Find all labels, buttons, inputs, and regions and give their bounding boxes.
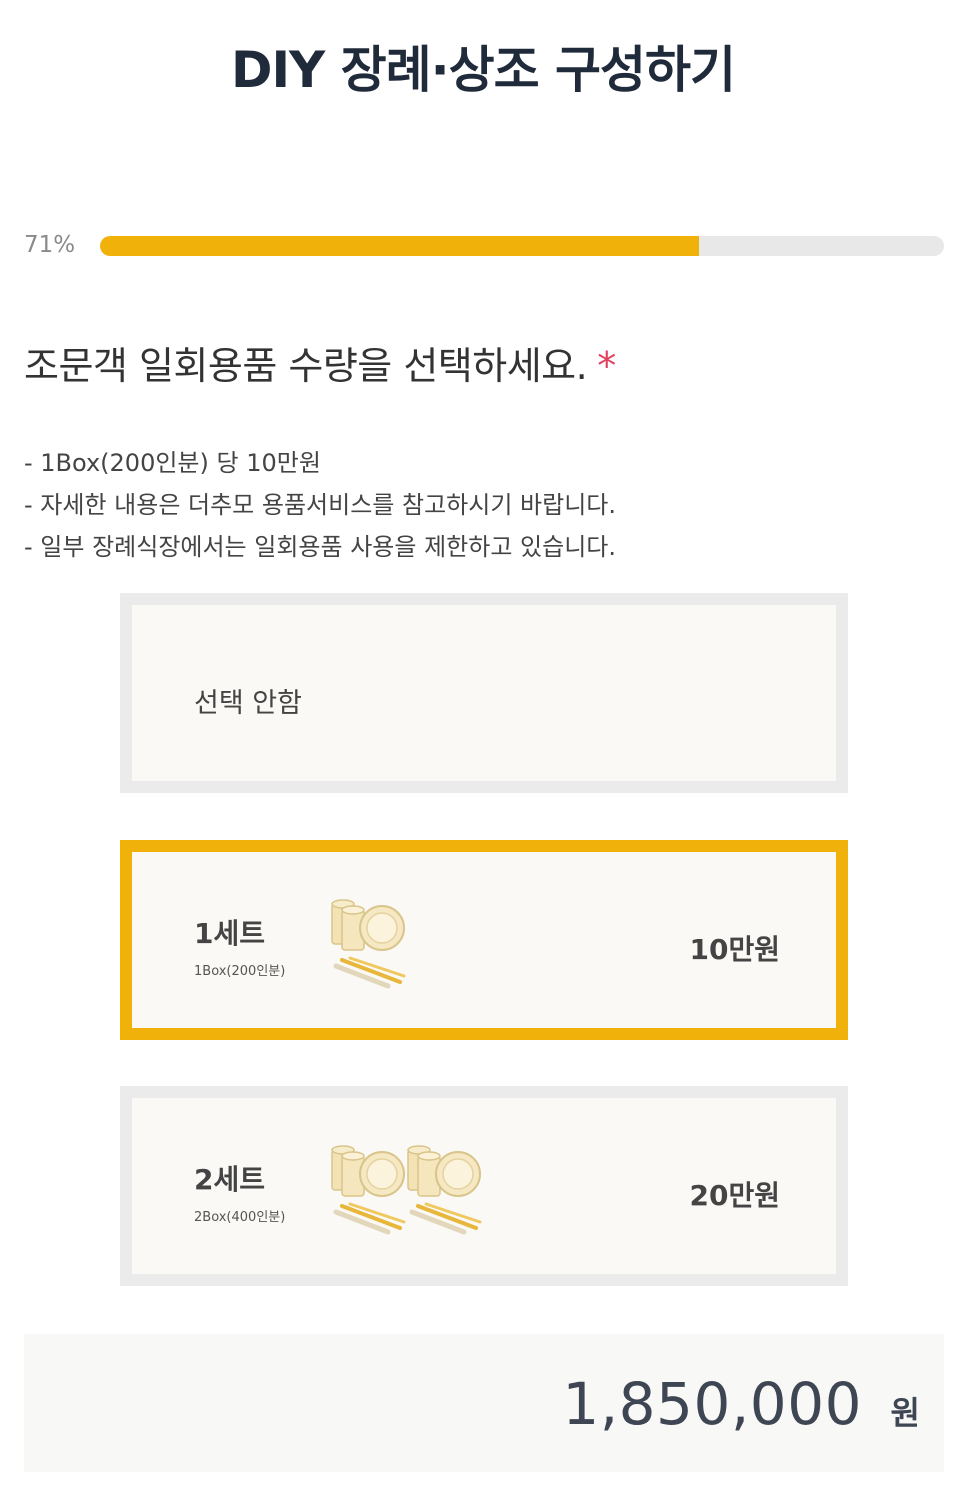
option-2set[interactable]: 2세트 2Box(400인분) 20만원 [120, 1086, 848, 1286]
progress-section: 71% [24, 228, 944, 264]
option-subtitle: 1Box(200인분) [194, 964, 286, 979]
option-1set[interactable]: 1세트 1Box(200인분) 10만원 [120, 840, 848, 1040]
progress-percent: 71% [24, 232, 76, 258]
page: DIY 장례·상조 구성하기 71% 조문객 일회용품 수량을 선택하세요. * … [0, 0, 966, 1497]
note-item: - 일부 장례식장에서는 일회용품 사용을 제한하고 있습니다. [24, 533, 616, 561]
disposable-tableware-icon [331, 899, 406, 989]
progress-track [100, 236, 944, 256]
required-mark: * [597, 344, 616, 388]
disposable-tableware-icon [407, 1145, 482, 1235]
option-title: 2세트 [194, 1163, 266, 1196]
option-price: 10만원 [689, 933, 781, 966]
total-unit: 원 [890, 1394, 920, 1432]
option-price: 20만원 [689, 1179, 781, 1212]
notes-list: - 1Box(200인분) 당 10만원 - 자세한 내용은 더추모 용품서비스… [24, 446, 616, 572]
option-none[interactable]: 선택 안함 [120, 593, 848, 793]
progress-fill [100, 236, 700, 256]
page-title: DIY 장례·상조 구성하기 [230, 41, 736, 99]
option-subtitle: 2Box(400인분) [194, 1210, 286, 1225]
total-amount: 1,850,000 [562, 1370, 862, 1438]
note-item: - 자세한 내용은 더추모 용품서비스를 참고하시기 바랍니다. [24, 491, 616, 519]
total-bar: 1,850,000 원 [24, 1334, 944, 1472]
question-heading: 조문객 일회용품 수량을 선택하세요. * [24, 335, 616, 390]
question-text: 조문객 일회용품 수량을 선택하세요. [24, 344, 588, 388]
note-item: - 1Box(200인분) 당 10만원 [24, 449, 321, 477]
option-title: 1세트 [194, 917, 266, 950]
option-label: 선택 안함 [194, 688, 302, 719]
